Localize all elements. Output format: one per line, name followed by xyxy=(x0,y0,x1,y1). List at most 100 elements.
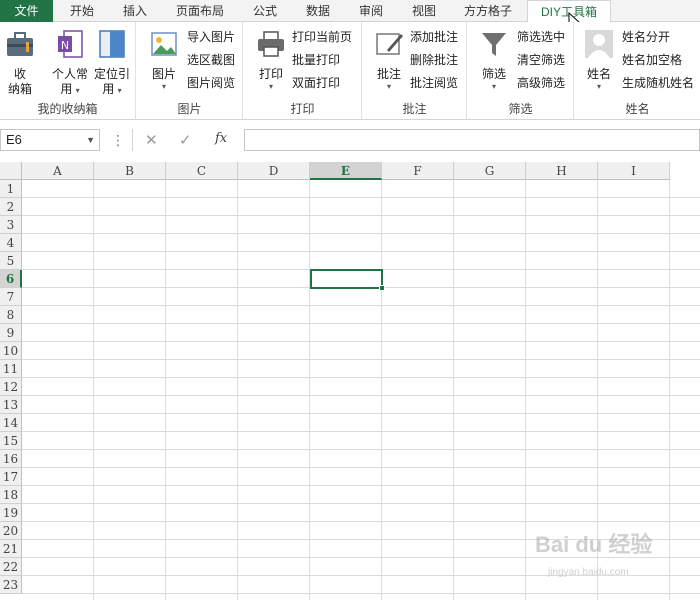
row-header[interactable]: 13 xyxy=(0,396,22,414)
row-header[interactable]: 9 xyxy=(0,324,22,342)
print-button[interactable]: 打印 ▾ xyxy=(252,28,290,92)
formula-input[interactable] xyxy=(244,129,700,151)
locate-reference-button[interactable]: 定位引 用 ▾ xyxy=(92,28,132,97)
row-header[interactable]: 3 xyxy=(0,216,22,234)
watermark-logo: Bai du 经验 xyxy=(535,532,653,557)
filter-selected-button[interactable]: 筛选选中 xyxy=(517,27,565,47)
group-filter: 筛选 ▾ 筛选选中 清空筛选 高级筛选 筛选 xyxy=(468,22,574,120)
row-header[interactable]: 12 xyxy=(0,378,22,396)
batch-print-button[interactable]: 批量打印 xyxy=(292,50,340,70)
print-current-page-button[interactable]: 打印当前页 xyxy=(292,27,352,47)
column-header[interactable]: C xyxy=(166,162,238,180)
column-header[interactable]: B xyxy=(94,162,166,180)
name-button[interactable]: 姓名 ▾ xyxy=(581,28,617,92)
add-comment-button[interactable]: 添加批注 xyxy=(410,27,458,47)
column-header[interactable]: F xyxy=(382,162,454,180)
delete-comment-button[interactable]: 删除批注 xyxy=(410,50,458,70)
ribbon-body: 收 纳箱 N 个人常 用 ▾ 定位引 用 ▾ 我的收纳箱 图片 ▾ 导入图片 选… xyxy=(0,22,700,120)
browse-comment-button[interactable]: 批注阅览 xyxy=(410,73,458,93)
row-header[interactable]: 21 xyxy=(0,540,22,558)
row-header[interactable]: 16 xyxy=(0,450,22,468)
select-all-corner[interactable] xyxy=(0,162,22,180)
group-label-print: 打印 xyxy=(290,102,315,116)
formula-bar-icons: ✕ ✓ fx xyxy=(132,129,242,151)
selection-screenshot-button[interactable]: 选区截图 xyxy=(187,50,235,70)
funnel-icon xyxy=(482,33,506,56)
storage-box-label-2: 纳箱 xyxy=(7,82,32,96)
row-header[interactable]: 4 xyxy=(0,234,22,252)
row-header[interactable]: 19 xyxy=(0,504,22,522)
row-header[interactable]: 23 xyxy=(0,576,22,594)
row-header[interactable]: 20 xyxy=(0,522,22,540)
filter-button[interactable]: 筛选 ▾ xyxy=(476,28,512,92)
split-name-button[interactable]: 姓名分开 xyxy=(622,27,670,47)
tab-page-layout[interactable]: 页面布局 xyxy=(163,0,237,22)
group-label-collection: 我的收纳箱 xyxy=(37,102,98,116)
row-header[interactable]: 1 xyxy=(0,180,22,198)
fill-handle[interactable] xyxy=(379,285,385,291)
chevron-down-icon: ▾ xyxy=(386,82,391,91)
row-header[interactable]: 7 xyxy=(0,288,22,306)
insert-function-icon[interactable]: fx xyxy=(215,131,227,146)
tab-view[interactable]: 视图 xyxy=(399,0,449,22)
name-box[interactable]: E6 ▼ xyxy=(0,129,100,151)
print-label: 打印 xyxy=(258,67,283,81)
chevron-down-icon: ▾ xyxy=(75,86,80,95)
active-cell[interactable] xyxy=(310,269,385,291)
tab-home[interactable]: 开始 xyxy=(54,0,110,22)
tab-ffcell[interactable]: 方方格子 xyxy=(452,0,524,22)
tab-review[interactable]: 审阅 xyxy=(347,0,395,22)
picture-browse-button[interactable]: 图片阅览 xyxy=(187,73,235,93)
more-icon[interactable]: ⋮ xyxy=(111,132,125,149)
duplex-print-button[interactable]: 双面打印 xyxy=(292,73,340,93)
chevron-down-icon[interactable]: ▼ xyxy=(86,130,95,150)
name-add-space-button[interactable]: 姓名加空格 xyxy=(622,50,682,70)
column-header[interactable]: E xyxy=(310,162,382,180)
chevron-down-icon: ▾ xyxy=(268,82,273,91)
picture-label: 图片 xyxy=(151,67,176,81)
name-label: 姓名 xyxy=(586,67,611,81)
personal-common-label-2: 用 xyxy=(60,82,73,96)
row-header[interactable]: 17 xyxy=(0,468,22,486)
group-label-comment: 批注 xyxy=(402,102,427,116)
ribbon-tab-bar: 文件 开始 插入 页面布局 公式 数据 审阅 视图 方方格子 DIY工具箱 xyxy=(0,0,700,32)
chevron-down-icon: ▾ xyxy=(161,82,166,91)
group-picture: 图片 ▾ 导入图片 选区截图 图片阅览 图片 xyxy=(137,22,243,120)
storage-box-button[interactable]: 收 纳箱 xyxy=(3,28,37,97)
tab-insert[interactable]: 插入 xyxy=(110,0,160,22)
tab-data[interactable]: 数据 xyxy=(294,0,342,22)
row-header[interactable]: 22 xyxy=(0,558,22,576)
group-label-picture: 图片 xyxy=(177,102,202,116)
column-header[interactable]: G xyxy=(454,162,526,180)
formula-bar: E6 ▼ ⋮ ✕ ✓ fx xyxy=(0,126,700,156)
enter-icon[interactable]: ✓ xyxy=(179,131,192,149)
clear-filter-button[interactable]: 清空筛选 xyxy=(517,50,565,70)
row-header[interactable]: 6 xyxy=(0,270,22,288)
personal-common-button[interactable]: N 个人常 用 ▾ xyxy=(48,28,92,97)
row-header[interactable]: 5 xyxy=(0,252,22,270)
column-header[interactable]: I xyxy=(598,162,670,180)
row-header[interactable]: 11 xyxy=(0,360,22,378)
row-header[interactable]: 2 xyxy=(0,198,22,216)
group-comment: 批注 ▾ 添加批注 删除批注 批注阅览 批注 xyxy=(363,22,467,120)
advanced-filter-button[interactable]: 高级筛选 xyxy=(517,73,565,93)
person-icon xyxy=(585,30,613,58)
tab-formulas[interactable]: 公式 xyxy=(240,0,290,22)
random-name-button[interactable]: 生成随机姓名 xyxy=(622,73,694,93)
column-header[interactable]: A xyxy=(22,162,94,180)
row-header[interactable]: 14 xyxy=(0,414,22,432)
row-header[interactable]: 15 xyxy=(0,432,22,450)
comment-label: 批注 xyxy=(376,67,401,81)
tab-file[interactable]: 文件 xyxy=(0,0,53,22)
column-header[interactable]: D xyxy=(238,162,310,180)
picture-button[interactable]: 图片 ▾ xyxy=(145,28,183,92)
storage-box-label-1: 收 xyxy=(13,67,26,81)
row-header[interactable]: 18 xyxy=(0,486,22,504)
name-box-value: E6 xyxy=(6,132,22,147)
column-header[interactable]: H xyxy=(526,162,598,180)
row-header[interactable]: 10 xyxy=(0,342,22,360)
comment-button[interactable]: 批注 ▾ xyxy=(371,28,407,92)
row-header[interactable]: 8 xyxy=(0,306,22,324)
cancel-icon[interactable]: ✕ xyxy=(145,131,158,149)
import-picture-button[interactable]: 导入图片 xyxy=(187,27,235,47)
